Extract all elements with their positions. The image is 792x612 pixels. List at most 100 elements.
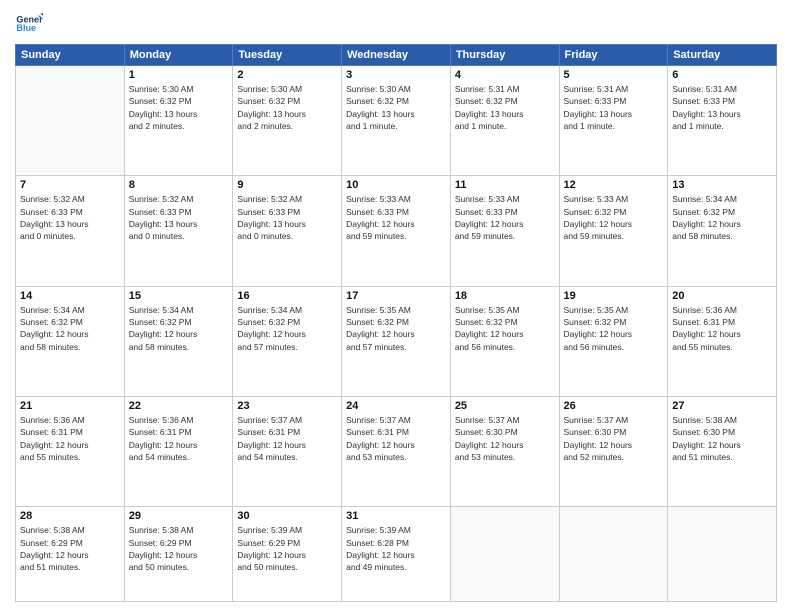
calendar-cell: 1 Sunrise: 5:30 AM Sunset: 6:32 PM Daylig… [124,66,233,176]
calendar-cell: 29 Sunrise: 5:38 AM Sunset: 6:29 PM Dayli… [124,507,233,602]
day-info: Sunrise: 5:30 AM Sunset: 6:32 PM Dayligh… [237,83,337,132]
calendar-cell: 24 Sunrise: 5:37 AM Sunset: 6:31 PM Dayli… [342,397,451,507]
day-number: 18 [455,290,555,302]
day-info: Sunrise: 5:32 AM Sunset: 6:33 PM Dayligh… [20,193,120,242]
day-number: 12 [564,179,664,191]
day-number: 5 [564,69,664,81]
calendar-cell: 26 Sunrise: 5:37 AM Sunset: 6:30 PM Dayli… [559,397,668,507]
day-number: 7 [20,179,120,191]
day-number: 2 [237,69,337,81]
day-info: Sunrise: 5:36 AM Sunset: 6:31 PM Dayligh… [20,414,120,463]
day-number: 29 [129,510,229,522]
calendar-cell: 2 Sunrise: 5:30 AM Sunset: 6:32 PM Daylig… [233,66,342,176]
day-number: 22 [129,400,229,412]
day-info: Sunrise: 5:34 AM Sunset: 6:32 PM Dayligh… [129,304,229,353]
day-number: 25 [455,400,555,412]
day-info: Sunrise: 5:35 AM Sunset: 6:32 PM Dayligh… [455,304,555,353]
logo: General Blue [15,10,47,38]
day-number: 24 [346,400,446,412]
day-info: Sunrise: 5:35 AM Sunset: 6:32 PM Dayligh… [564,304,664,353]
calendar-cell: 11 Sunrise: 5:33 AM Sunset: 6:33 PM Dayli… [450,176,559,286]
calendar-week-4: 21 Sunrise: 5:36 AM Sunset: 6:31 PM Dayli… [16,397,777,507]
calendar-cell: 13Sunrise: 5:34 AM Sunset: 6:32 PM Dayli… [668,176,777,286]
calendar-cell: 8 Sunrise: 5:32 AM Sunset: 6:33 PM Daylig… [124,176,233,286]
calendar-week-1: 1 Sunrise: 5:30 AM Sunset: 6:32 PM Daylig… [16,66,777,176]
day-number: 19 [564,290,664,302]
day-info: Sunrise: 5:32 AM Sunset: 6:33 PM Dayligh… [237,193,337,242]
day-number: 4 [455,69,555,81]
calendar-cell: 18 Sunrise: 5:35 AM Sunset: 6:32 PM Dayli… [450,286,559,396]
calendar-cell: 16Sunrise: 5:34 AM Sunset: 6:32 PM Dayli… [233,286,342,396]
calendar-cell: 20 Sunrise: 5:36 AM Sunset: 6:31 PM Dayli… [668,286,777,396]
day-number: 27 [672,400,772,412]
weekday-thursday: Thursday [450,45,559,66]
day-info: Sunrise: 5:31 AM Sunset: 6:33 PM Dayligh… [672,83,772,132]
day-info: Sunrise: 5:32 AM Sunset: 6:33 PM Dayligh… [129,193,229,242]
calendar-week-5: 28 Sunrise: 5:38 AM Sunset: 6:29 PM Dayli… [16,507,777,602]
day-number: 11 [455,179,555,191]
calendar-cell: 30Sunrise: 5:39 AM Sunset: 6:29 PM Dayli… [233,507,342,602]
day-info: Sunrise: 5:33 AM Sunset: 6:32 PM Dayligh… [564,193,664,242]
calendar-cell [668,507,777,602]
svg-text:Blue: Blue [16,23,36,33]
calendar-cell: 23Sunrise: 5:37 AM Sunset: 6:31 PM Dayli… [233,397,342,507]
header: General Blue [15,10,777,38]
day-number: 20 [672,290,772,302]
calendar-cell [450,507,559,602]
calendar-cell: 5 Sunrise: 5:31 AM Sunset: 6:33 PM Daylig… [559,66,668,176]
calendar-cell: 17Sunrise: 5:35 AM Sunset: 6:32 PM Dayli… [342,286,451,396]
weekday-tuesday: Tuesday [233,45,342,66]
day-info: Sunrise: 5:31 AM Sunset: 6:32 PM Dayligh… [455,83,555,132]
weekday-friday: Friday [559,45,668,66]
day-number: 1 [129,69,229,81]
calendar-cell: 6 Sunrise: 5:31 AM Sunset: 6:33 PM Daylig… [668,66,777,176]
calendar-cell: 3 Sunrise: 5:30 AM Sunset: 6:32 PM Daylig… [342,66,451,176]
calendar-cell [16,66,125,176]
weekday-saturday: Saturday [668,45,777,66]
weekday-monday: Monday [124,45,233,66]
calendar-cell: 7 Sunrise: 5:32 AM Sunset: 6:33 PM Daylig… [16,176,125,286]
day-number: 13 [672,179,772,191]
day-info: Sunrise: 5:38 AM Sunset: 6:29 PM Dayligh… [129,524,229,573]
day-info: Sunrise: 5:36 AM Sunset: 6:31 PM Dayligh… [129,414,229,463]
day-number: 31 [346,510,446,522]
calendar-cell: 19 Sunrise: 5:35 AM Sunset: 6:32 PM Dayli… [559,286,668,396]
day-number: 9 [237,179,337,191]
logo-icon: General Blue [15,10,43,38]
day-number: 21 [20,400,120,412]
day-number: 16 [237,290,337,302]
calendar-cell: 15Sunrise: 5:34 AM Sunset: 6:32 PM Dayli… [124,286,233,396]
day-info: Sunrise: 5:33 AM Sunset: 6:33 PM Dayligh… [346,193,446,242]
day-info: Sunrise: 5:34 AM Sunset: 6:32 PM Dayligh… [20,304,120,353]
day-info: Sunrise: 5:30 AM Sunset: 6:32 PM Dayligh… [129,83,229,132]
calendar-cell: 21 Sunrise: 5:36 AM Sunset: 6:31 PM Dayli… [16,397,125,507]
day-info: Sunrise: 5:30 AM Sunset: 6:32 PM Dayligh… [346,83,446,132]
day-number: 26 [564,400,664,412]
day-number: 8 [129,179,229,191]
calendar-cell: 27 Sunrise: 5:38 AM Sunset: 6:30 PM Dayli… [668,397,777,507]
calendar-cell: 12 Sunrise: 5:33 AM Sunset: 6:32 PM Dayli… [559,176,668,286]
calendar-cell: 14Sunrise: 5:34 AM Sunset: 6:32 PM Dayli… [16,286,125,396]
calendar-cell: 9 Sunrise: 5:32 AM Sunset: 6:33 PM Daylig… [233,176,342,286]
day-info: Sunrise: 5:38 AM Sunset: 6:30 PM Dayligh… [672,414,772,463]
day-info: Sunrise: 5:37 AM Sunset: 6:30 PM Dayligh… [564,414,664,463]
day-info: Sunrise: 5:31 AM Sunset: 6:33 PM Dayligh… [564,83,664,132]
calendar-cell: 22 Sunrise: 5:36 AM Sunset: 6:31 PM Dayli… [124,397,233,507]
weekday-sunday: Sunday [16,45,125,66]
calendar-cell: 10Sunrise: 5:33 AM Sunset: 6:33 PM Dayli… [342,176,451,286]
calendar-week-3: 14Sunrise: 5:34 AM Sunset: 6:32 PM Dayli… [16,286,777,396]
calendar-week-2: 7 Sunrise: 5:32 AM Sunset: 6:33 PM Daylig… [16,176,777,286]
day-number: 6 [672,69,772,81]
day-info: Sunrise: 5:37 AM Sunset: 6:31 PM Dayligh… [237,414,337,463]
day-number: 17 [346,290,446,302]
day-info: Sunrise: 5:33 AM Sunset: 6:33 PM Dayligh… [455,193,555,242]
day-info: Sunrise: 5:37 AM Sunset: 6:31 PM Dayligh… [346,414,446,463]
calendar-cell: 4 Sunrise: 5:31 AM Sunset: 6:32 PM Daylig… [450,66,559,176]
day-number: 3 [346,69,446,81]
day-info: Sunrise: 5:39 AM Sunset: 6:28 PM Dayligh… [346,524,446,573]
day-number: 28 [20,510,120,522]
day-info: Sunrise: 5:39 AM Sunset: 6:29 PM Dayligh… [237,524,337,573]
day-info: Sunrise: 5:36 AM Sunset: 6:31 PM Dayligh… [672,304,772,353]
calendar-table: SundayMondayTuesdayWednesdayThursdayFrid… [15,44,777,602]
weekday-header-row: SundayMondayTuesdayWednesdayThursdayFrid… [16,45,777,66]
